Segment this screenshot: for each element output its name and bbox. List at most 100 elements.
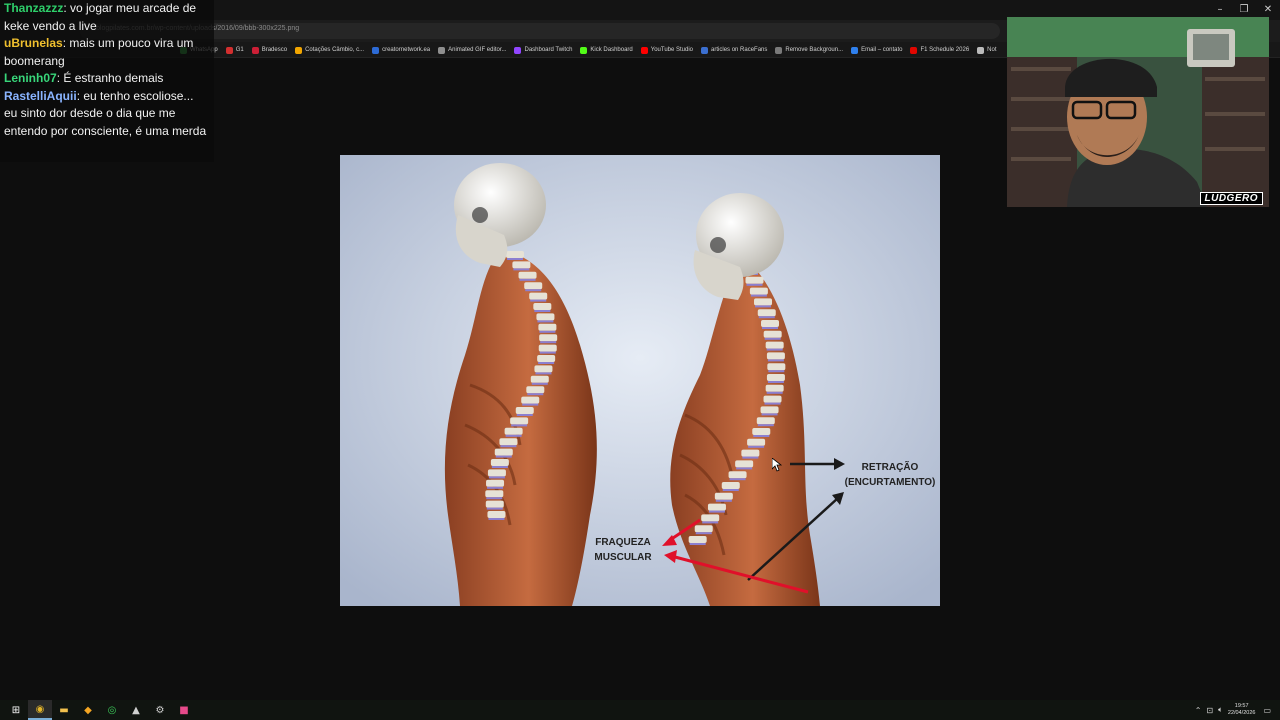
- vertebra: [539, 334, 558, 342]
- chrome-icon[interactable]: ◉: [28, 700, 52, 720]
- bookmark-item[interactable]: YouTube Studio: [640, 46, 694, 54]
- vertebra: [537, 355, 556, 362]
- bookmark-label: Bradesco: [261, 47, 288, 53]
- system-tray: ⌃ ⊡ 🔈︎ 19:57 22/04/2026 ▭: [1195, 700, 1276, 720]
- spinal-disc: [702, 521, 719, 524]
- spinal-disc: [766, 348, 783, 351]
- spinal-disc: [531, 382, 548, 385]
- notifications-icon[interactable]: ▭: [1263, 706, 1271, 715]
- bookmark-label: Remove Backgroun...: [785, 47, 844, 53]
- bookmark-label: Dashboard Twitch: [524, 47, 573, 53]
- bookmark-item[interactable]: Cotações Câmbio, c...: [295, 46, 364, 54]
- vertebra: [760, 406, 779, 414]
- bookmark-label: Not: [987, 47, 997, 53]
- weakness-label: FRAQUEZA: [595, 537, 651, 548]
- gif-icon: [438, 46, 446, 54]
- spinal-disc: [722, 489, 739, 491]
- bookmark-item[interactable]: Bradesco: [251, 46, 288, 54]
- vertebra: [518, 271, 537, 279]
- vertebra: [486, 479, 505, 487]
- clock[interactable]: 19:57 22/04/2026: [1228, 703, 1256, 717]
- vertebra: [526, 386, 545, 394]
- email-icon: [851, 46, 859, 54]
- spinal-disc: [491, 466, 508, 468]
- vertebra: [485, 500, 504, 508]
- chat-message: Leninh07: É estranho demais: [4, 70, 210, 88]
- spinal-disc: [516, 414, 533, 416]
- spinal-disc: [767, 381, 784, 383]
- vertebra: [765, 341, 784, 349]
- bookmark-label: Animated GIF editor...: [448, 47, 507, 53]
- bookmark-item[interactable]: Dashboard Twitch: [514, 46, 573, 54]
- vertebra: [536, 313, 555, 321]
- chat-username: Thanzazzz: [4, 1, 64, 15]
- vertebra: [499, 438, 518, 446]
- kick-icon: [580, 46, 588, 54]
- bookmark-item[interactable]: G1: [225, 46, 244, 54]
- spinal-disc: [766, 391, 783, 394]
- shortening-label: (ENCURTAMENTO): [845, 477, 936, 488]
- chat-text: : É estranho demais: [56, 71, 164, 85]
- vertebra: [761, 320, 780, 327]
- spinal-disc: [505, 434, 522, 437]
- retraction-label: RETRAÇÃO: [862, 460, 919, 473]
- bookmark-item[interactable]: articles on RaceFans: [701, 46, 767, 54]
- app-icon[interactable]: ■: [172, 700, 196, 720]
- g1-icon: [225, 46, 233, 54]
- spinal-disc: [540, 341, 557, 344]
- spinal-disc: [538, 362, 555, 364]
- spinal-disc: [527, 393, 544, 396]
- taskbar: ⊞ ◉ ▬ ◆ ◎ ▲ ⚙ ■ ⌃ ⊡ 🔈︎ 19:57 22/04/2026 ▭: [0, 700, 1280, 720]
- network-icon[interactable]: ⊡: [1206, 706, 1213, 715]
- bookmark-item[interactable]: Not: [977, 46, 997, 54]
- bookmark-item[interactable]: Kick Dashboard: [580, 46, 633, 54]
- youtube-icon: [640, 46, 648, 54]
- bookmark-label: YouTube Studio: [650, 47, 694, 53]
- windows-start-icon[interactable]: ⊞: [4, 700, 28, 720]
- blitz-icon[interactable]: ◆: [76, 700, 100, 720]
- vertebra: [749, 287, 768, 295]
- url-field[interactable]: blogpilates.com.br/wp-content/uploads/20…: [80, 23, 1000, 39]
- vertebra: [515, 407, 534, 414]
- whatsapp-icon[interactable]: ◎: [100, 700, 124, 720]
- streamlabs-icon[interactable]: ▲: [124, 700, 148, 720]
- vertebra: [529, 292, 548, 300]
- spinal-disc: [487, 486, 504, 489]
- bookmark-item[interactable]: creatornetwork.ea: [372, 46, 430, 54]
- spinal-disc: [755, 305, 772, 308]
- chat-username: RastelliAquii: [4, 88, 77, 103]
- vertebra: [765, 384, 784, 392]
- bookmark-item[interactable]: Remove Backgroun...: [775, 46, 844, 54]
- bookmark-item[interactable]: F1 Schedule 2026: [910, 46, 970, 54]
- chat-overlay: Thanzazzz: vo jogar meu arcade de keke v…: [0, 0, 214, 162]
- vertebra: [766, 352, 785, 360]
- spinal-disc: [746, 283, 763, 286]
- spinal-disc: [748, 445, 765, 448]
- vertebra: [510, 417, 529, 425]
- bookmarks-list: WhatsAppG1BradescoCotações Câmbio, c...c…: [180, 42, 1005, 57]
- spinal-disc: [535, 372, 552, 375]
- taskbar-apps: ⊞ ◉ ▬ ◆ ◎ ▲ ⚙ ■: [4, 700, 196, 720]
- spinal-disc: [758, 316, 775, 319]
- spinal-disc: [742, 456, 759, 459]
- spinal-disc: [488, 476, 505, 479]
- settings-icon[interactable]: ⚙: [148, 700, 172, 720]
- volume-icon[interactable]: 🔈︎: [1218, 705, 1223, 715]
- vertebra: [504, 427, 523, 435]
- twitch-icon: [514, 46, 522, 54]
- file-explorer-icon[interactable]: ▬: [52, 700, 76, 720]
- bookmark-item[interactable]: Animated GIF editor...: [438, 46, 507, 54]
- vertebra: [747, 438, 766, 446]
- spinal-disc: [511, 424, 528, 427]
- bookmark-label: F1 Schedule 2026: [920, 47, 970, 53]
- vertebra: [494, 448, 513, 456]
- tray-chevron-icon[interactable]: ⌃: [1195, 706, 1202, 715]
- webcam-image: [1007, 17, 1269, 207]
- racefans-icon: [701, 46, 709, 54]
- spinal-disc: [757, 424, 774, 427]
- bookmark-item[interactable]: Email – contato: [851, 46, 903, 54]
- spinal-disc: [525, 289, 542, 292]
- spinal-disc: [519, 278, 536, 281]
- vertebra: [534, 365, 553, 373]
- bookmark-label: Email – contato: [861, 47, 903, 53]
